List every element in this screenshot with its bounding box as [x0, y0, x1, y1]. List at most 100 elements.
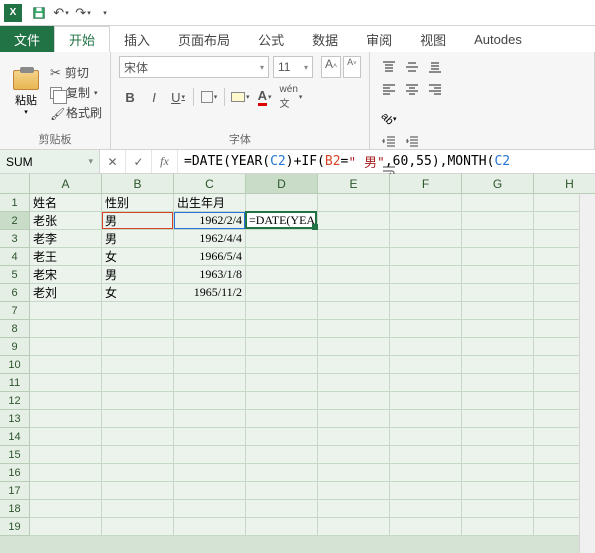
cell[interactable]: [390, 500, 462, 518]
ruby-button[interactable]: wén文▾: [278, 86, 305, 108]
row-header-11[interactable]: 11: [0, 374, 30, 392]
cell[interactable]: 老李: [30, 230, 102, 248]
col-header-D[interactable]: D: [246, 174, 318, 194]
align-center-button[interactable]: [401, 78, 423, 100]
cell[interactable]: [462, 338, 534, 356]
save-button[interactable]: [28, 2, 50, 24]
cell[interactable]: [462, 284, 534, 302]
cell[interactable]: [30, 338, 102, 356]
decrease-indent-button[interactable]: [378, 130, 400, 152]
row-header-12[interactable]: 12: [0, 392, 30, 410]
cell[interactable]: [174, 500, 246, 518]
cell[interactable]: [246, 230, 318, 248]
cell[interactable]: [390, 320, 462, 338]
cell[interactable]: [174, 356, 246, 374]
row-headers[interactable]: 12345678910111213141516171819: [0, 194, 30, 536]
cell[interactable]: [174, 302, 246, 320]
paste-button[interactable]: 粘贴 ▾: [8, 70, 44, 116]
row-header-3[interactable]: 3: [0, 230, 30, 248]
cell[interactable]: [102, 500, 174, 518]
cell[interactable]: [462, 518, 534, 536]
cell[interactable]: [174, 428, 246, 446]
column-headers[interactable]: ABCDEFGH: [30, 174, 595, 194]
insert-function-button[interactable]: fx: [152, 150, 178, 173]
cell[interactable]: [318, 410, 390, 428]
cell[interactable]: [390, 392, 462, 410]
cell[interactable]: [30, 320, 102, 338]
cell[interactable]: [462, 194, 534, 212]
cell[interactable]: [102, 464, 174, 482]
cell[interactable]: [102, 338, 174, 356]
row-header-14[interactable]: 14: [0, 428, 30, 446]
row-header-8[interactable]: 8: [0, 320, 30, 338]
cell[interactable]: [462, 248, 534, 266]
cell[interactable]: [390, 248, 462, 266]
cell[interactable]: [246, 374, 318, 392]
cell[interactable]: 老刘: [30, 284, 102, 302]
cell[interactable]: [246, 338, 318, 356]
cell[interactable]: [318, 446, 390, 464]
cell[interactable]: [318, 212, 390, 230]
vertical-scrollbar[interactable]: [579, 194, 595, 553]
fill-color-button[interactable]: ▾: [229, 86, 252, 108]
orientation-button[interactable]: ab▾: [378, 108, 400, 130]
cell[interactable]: [318, 392, 390, 410]
spreadsheet-grid[interactable]: ABCDEFGH 12345678910111213141516171819 姓…: [0, 174, 595, 553]
cell[interactable]: 1963/1/8: [174, 266, 246, 284]
cell[interactable]: [102, 482, 174, 500]
bold-button[interactable]: B: [119, 86, 141, 108]
cell[interactable]: [30, 446, 102, 464]
col-header-A[interactable]: A: [30, 174, 102, 194]
cell[interactable]: [390, 518, 462, 536]
qat-customize-button[interactable]: ▾: [94, 2, 116, 24]
cell[interactable]: [318, 230, 390, 248]
cell[interactable]: [30, 500, 102, 518]
align-middle-button[interactable]: [401, 56, 423, 78]
cell[interactable]: 姓名: [30, 194, 102, 212]
undo-button[interactable]: ↶▾: [50, 2, 72, 24]
cell[interactable]: [30, 464, 102, 482]
cell[interactable]: [390, 266, 462, 284]
cell[interactable]: 男: [102, 230, 174, 248]
select-all-corner[interactable]: [0, 174, 30, 194]
col-header-C[interactable]: C: [174, 174, 246, 194]
cell[interactable]: [318, 302, 390, 320]
tab-review[interactable]: 审阅: [352, 26, 406, 52]
row-header-15[interactable]: 15: [0, 446, 30, 464]
cell[interactable]: [174, 392, 246, 410]
row-header-7[interactable]: 7: [0, 302, 30, 320]
cell[interactable]: 男: [102, 212, 174, 230]
cell[interactable]: 老宋: [30, 266, 102, 284]
cell[interactable]: 女: [102, 284, 174, 302]
cell[interactable]: [462, 446, 534, 464]
cell[interactable]: [318, 266, 390, 284]
cell[interactable]: [102, 518, 174, 536]
cell[interactable]: [174, 518, 246, 536]
border-button[interactable]: ▾: [198, 86, 220, 108]
cell[interactable]: [174, 338, 246, 356]
cell[interactable]: [318, 356, 390, 374]
cell[interactable]: [102, 428, 174, 446]
cell[interactable]: [318, 500, 390, 518]
col-header-E[interactable]: E: [318, 174, 390, 194]
col-header-B[interactable]: B: [102, 174, 174, 194]
row-header-13[interactable]: 13: [0, 410, 30, 428]
cell[interactable]: 1962/2/4: [174, 212, 246, 230]
cell[interactable]: [30, 482, 102, 500]
cell[interactable]: [462, 410, 534, 428]
cell[interactable]: [174, 410, 246, 428]
font-size-combo[interactable]: 11▾: [273, 56, 313, 78]
increase-font-button[interactable]: A˄: [321, 56, 341, 78]
cell[interactable]: [318, 518, 390, 536]
cancel-formula-button[interactable]: ✕: [100, 150, 126, 173]
underline-button[interactable]: U▾: [167, 86, 189, 108]
row-header-4[interactable]: 4: [0, 248, 30, 266]
cell[interactable]: [390, 428, 462, 446]
cell[interactable]: [390, 194, 462, 212]
decrease-font-button[interactable]: A˅: [343, 56, 361, 78]
copy-button[interactable]: 复制▾: [50, 84, 102, 101]
cell[interactable]: [102, 446, 174, 464]
cell[interactable]: [462, 482, 534, 500]
col-header-F[interactable]: F: [390, 174, 462, 194]
cell[interactable]: [390, 212, 462, 230]
